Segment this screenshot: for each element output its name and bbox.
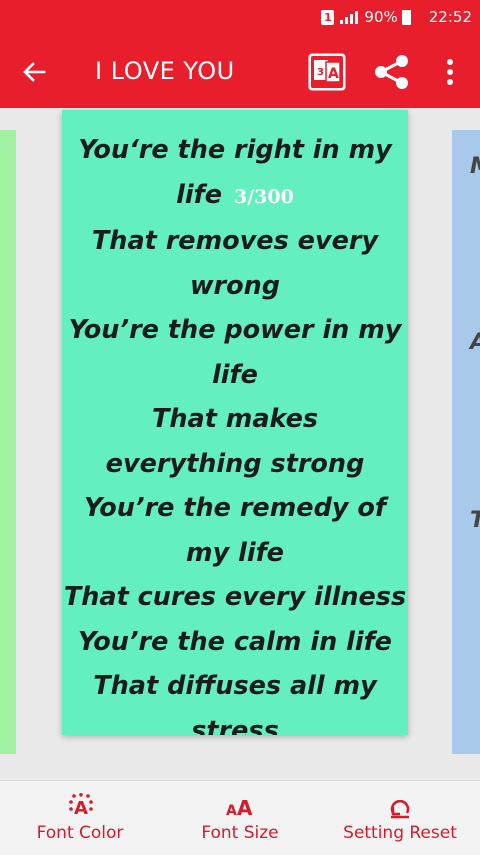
- font-color-label: Font Color: [36, 823, 124, 843]
- reset-icon: [390, 799, 410, 819]
- font-size-icon: A A: [226, 796, 253, 819]
- poem-line: You‘re the right in my: [78, 135, 392, 165]
- poem-line: stress: [191, 715, 279, 736]
- next-card[interactable]: M A T: [452, 130, 480, 754]
- clock: 22:52: [428, 8, 472, 26]
- setting-reset-label: Setting Reset: [343, 823, 457, 843]
- poem-line: everything strong: [105, 448, 365, 479]
- next-card-letter: T: [470, 508, 480, 533]
- translate-button[interactable]: 3 A: [306, 52, 348, 92]
- battery-icon: [401, 9, 411, 25]
- previous-card[interactable]: [0, 130, 16, 754]
- sim-indicator: 1: [321, 9, 335, 25]
- card-counter: 3/300: [234, 185, 294, 208]
- poem-line: life: [212, 359, 258, 390]
- svg-text:A: A: [328, 66, 339, 82]
- more-vert-icon: [447, 59, 453, 85]
- svg-text:A: A: [74, 798, 88, 819]
- svg-text:A: A: [226, 803, 237, 819]
- svg-text:A: A: [237, 796, 253, 819]
- translate-icon: 3 A: [308, 53, 346, 91]
- poem-line: You’re the power in my: [68, 315, 402, 345]
- font-color-icon: A: [69, 793, 93, 819]
- font-size-button[interactable]: A A Font Size: [180, 781, 300, 855]
- share-icon: [375, 55, 408, 89]
- poem-text: You‘re the right in my life 3/300 That re…: [62, 128, 408, 735]
- poem-line: wrong: [189, 270, 281, 301]
- back-button[interactable]: [18, 56, 50, 88]
- font-size-label: Font Size: [201, 823, 279, 843]
- poem-line: You’re the remedy of: [84, 493, 386, 523]
- poem-line: That removes every: [91, 226, 379, 256]
- app-bar: I LOVE YOU 3 A: [0, 34, 480, 108]
- bottom-toolbar: A Font Color A A Font Size Setting Reset: [0, 780, 480, 855]
- battery-percentage: 90%: [364, 8, 398, 26]
- share-button[interactable]: [372, 54, 412, 90]
- poem-line: life: [176, 179, 223, 210]
- quote-card[interactable]: You‘re the right in my life 3/300 That re…: [62, 110, 408, 735]
- next-card-letter: M: [470, 154, 480, 179]
- poem-line: You’re the calm in life: [78, 626, 392, 657]
- setting-reset-button[interactable]: Setting Reset: [335, 781, 465, 855]
- more-options-button[interactable]: [440, 54, 460, 90]
- font-color-button[interactable]: A Font Color: [20, 781, 140, 855]
- back-arrow-icon: [23, 62, 46, 82]
- poem-line: That makes: [151, 404, 319, 434]
- next-card-letter: A: [470, 330, 480, 355]
- page-title: I LOVE YOU: [95, 57, 235, 85]
- poem-line: my life: [186, 537, 284, 568]
- poem-line: That diffuses all my: [93, 671, 377, 701]
- signal-icon: [340, 10, 359, 24]
- svg-text:3: 3: [317, 67, 324, 78]
- poem-line-with-counter: life 3/300: [62, 173, 408, 220]
- status-bar: 1 90% 22:52: [0, 0, 480, 34]
- poem-line: That cures every illness: [63, 582, 407, 612]
